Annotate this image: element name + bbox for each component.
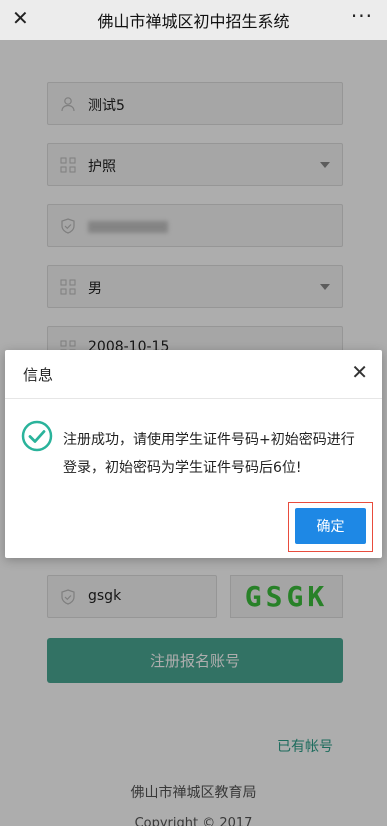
dialog-divider (5, 398, 382, 399)
dialog-title: 信息 (23, 366, 54, 384)
confirm-button[interactable]: 确定 (295, 508, 366, 544)
page-title: 佛山市禅城区初中招生系统 (97, 12, 290, 31)
dialog-message: 注册成功，请使用学生证件号码+初始密码进行登录，初始密码为学生证件号码后6位! (63, 432, 355, 476)
check-circle-icon (21, 420, 53, 452)
info-dialog: 信息 ✕ 注册成功，请使用学生证件号码+初始密码进行登录，初始密码为学生证件号码… (5, 350, 382, 558)
dialog-close-icon[interactable]: ✕ (351, 360, 368, 384)
top-bar: ✕ 佛山市禅城区初中招生系统 ··· (0, 0, 387, 40)
more-menu-icon[interactable]: ··· (351, 4, 373, 28)
